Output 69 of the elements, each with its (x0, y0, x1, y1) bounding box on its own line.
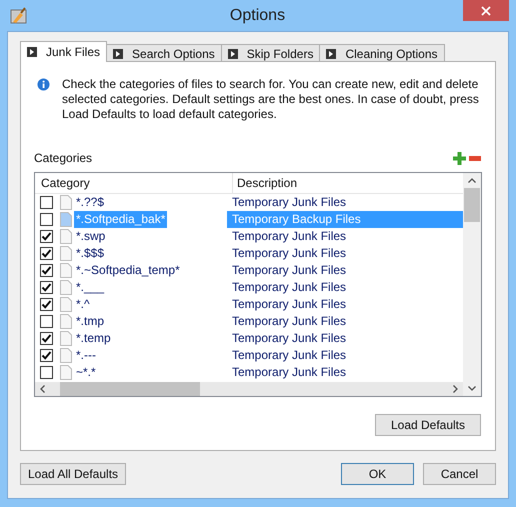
close-button[interactable] (463, 0, 509, 21)
checkbox[interactable] (40, 366, 53, 379)
description-cell-text: Temporary Junk Files (231, 262, 348, 279)
description-cell-text: Temporary Junk Files (231, 228, 348, 245)
vertical-scrollbar[interactable] (463, 173, 481, 396)
column-header[interactable]: Description (233, 173, 463, 193)
tab[interactable]: Search Options (106, 44, 222, 62)
load-all-defaults-button[interactable]: Load All Defaults (20, 463, 126, 485)
horizontal-scrollbar[interactable] (35, 382, 463, 396)
category-cell[interactable]: *.--- (74, 347, 98, 364)
close-icon (481, 6, 491, 16)
play-icon (326, 48, 336, 58)
checkbox[interactable] (40, 230, 53, 243)
tab[interactable]: Cleaning Options (319, 44, 445, 62)
description-cell-text: Temporary Junk Files (231, 279, 348, 296)
file-icon (60, 314, 72, 329)
description-cell-text: Temporary Junk Files (231, 313, 348, 330)
file-icon (60, 263, 72, 278)
info-icon (37, 78, 50, 91)
category-cell[interactable]: *.tmp (74, 313, 106, 330)
description-cell: Temporary Backup Files (227, 211, 463, 228)
info-text: Check the categories of files to search for. You can create new, edit and delete selected categories. Default settings are the best ones. In case of doubt, press Load Defaults to load default categories. (62, 77, 480, 122)
checkbox[interactable] (40, 213, 53, 226)
category-cell[interactable]: *.??$ (74, 194, 106, 211)
description-cell-text: Temporary Junk Files (231, 194, 348, 211)
checkbox[interactable] (40, 315, 53, 328)
description-cell-text: Temporary Junk Files (231, 245, 348, 262)
checkbox[interactable] (40, 332, 53, 345)
play-icon (228, 48, 238, 58)
scrollbar-thumb[interactable] (464, 188, 480, 222)
file-icon (60, 280, 72, 295)
checkbox[interactable] (40, 298, 53, 311)
scrollbar-thumb[interactable] (60, 382, 200, 396)
checkbox[interactable] (40, 349, 53, 362)
checkbox[interactable] (40, 247, 53, 260)
category-cell[interactable]: *.___ (74, 279, 106, 296)
category-cell[interactable]: *.~Softpedia_temp* (74, 262, 182, 279)
category-cell[interactable]: *.temp (74, 330, 113, 347)
file-icon (60, 229, 72, 244)
checkbox[interactable] (40, 281, 53, 294)
category-cell[interactable]: ~*.* (74, 364, 98, 381)
category-cell[interactable]: *.swp (74, 228, 108, 245)
description-cell-text: Temporary Junk Files (231, 330, 348, 347)
tab[interactable]: Skip Folders (220, 44, 320, 62)
description-cell-text: Temporary Junk Files (231, 364, 348, 381)
play-icon (113, 48, 124, 58)
file-icon (60, 246, 72, 261)
description-cell-text: Temporary Junk Files (231, 347, 348, 364)
minus-icon[interactable] (469, 156, 481, 160)
file-icon (60, 331, 72, 346)
categories-label: Categories (34, 151, 92, 165)
category-cell[interactable]: *.^ (74, 296, 92, 313)
description-cell-text: Temporary Junk Files (231, 296, 348, 313)
file-icon (60, 348, 72, 363)
load-defaults-button[interactable]: Load Defaults (375, 414, 481, 436)
tab[interactable]: Junk Files (20, 41, 108, 62)
window-title: Options (228, 6, 286, 24)
column-header[interactable]: Category (35, 173, 233, 193)
category-cell[interactable]: *.$$$ (74, 245, 106, 262)
broom-icon (10, 6, 28, 24)
file-icon (60, 212, 72, 227)
file-icon (60, 297, 72, 312)
checkbox[interactable] (40, 264, 53, 277)
plus-icon[interactable] (453, 152, 466, 164)
play-icon (27, 47, 37, 57)
file-icon (60, 365, 72, 380)
checkbox[interactable] (40, 196, 53, 209)
ok-button[interactable]: OK (341, 463, 414, 485)
cancel-button[interactable]: Cancel (423, 463, 496, 485)
